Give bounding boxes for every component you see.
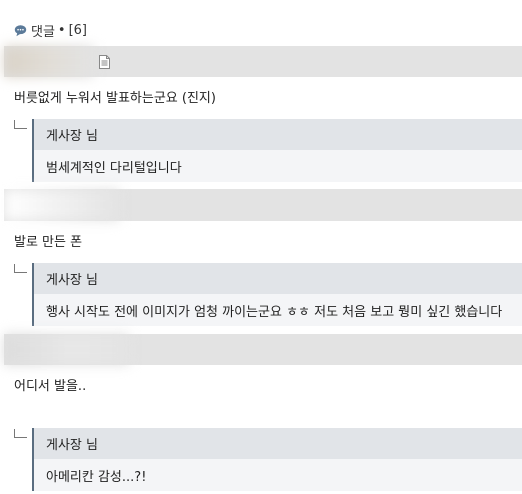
reply-arrow-icon — [14, 429, 27, 438]
comment-body: 발로 만든 폰 — [14, 235, 83, 250]
reply-author: 게사장 님 — [34, 263, 522, 294]
reply-arrow-icon — [14, 120, 27, 129]
reply: 게사장 님 행사 시작도 전에 이미지가 엄청 까이는군요 ㅎㅎ 저도 처음 보… — [32, 263, 522, 326]
comment-author-bar — [4, 46, 522, 77]
reply-author: 게사장 님 — [34, 428, 522, 459]
comment-body: 버릇없게 누워서 발표하는군요 (진지) — [14, 91, 216, 106]
reply: 게사장 님 아메리칸 감성...?! — [32, 428, 522, 491]
document-icon[interactable] — [99, 55, 110, 69]
reply-body: 행사 시작도 전에 이미지가 엄청 까이는군요 ㅎㅎ 저도 처음 보고 뭥미 싶… — [34, 294, 522, 326]
blurred-author-name — [4, 46, 94, 77]
reply-body: 아메리칸 감성...?! — [34, 459, 522, 491]
comments-header: 댓글 • [6] — [14, 21, 87, 40]
reply-body: 범세계적인 다리털입니다 — [34, 150, 522, 182]
speech-bubble-icon — [14, 25, 27, 37]
comment-count: [6] — [68, 23, 88, 38]
header-separator: • — [57, 23, 66, 38]
blurred-author-name — [4, 189, 119, 221]
reply: 게사장 님 범세계적인 다리털입니다 — [32, 119, 522, 182]
comment-author-bar — [4, 189, 522, 221]
reply-author: 게사장 님 — [34, 119, 522, 150]
blurred-author-name — [4, 334, 129, 365]
reply-arrow-icon — [14, 264, 27, 273]
comments-title: 댓글 — [31, 25, 55, 40]
comment-body: 어디서 발을.. — [14, 379, 87, 394]
comment-author-bar — [4, 334, 522, 365]
